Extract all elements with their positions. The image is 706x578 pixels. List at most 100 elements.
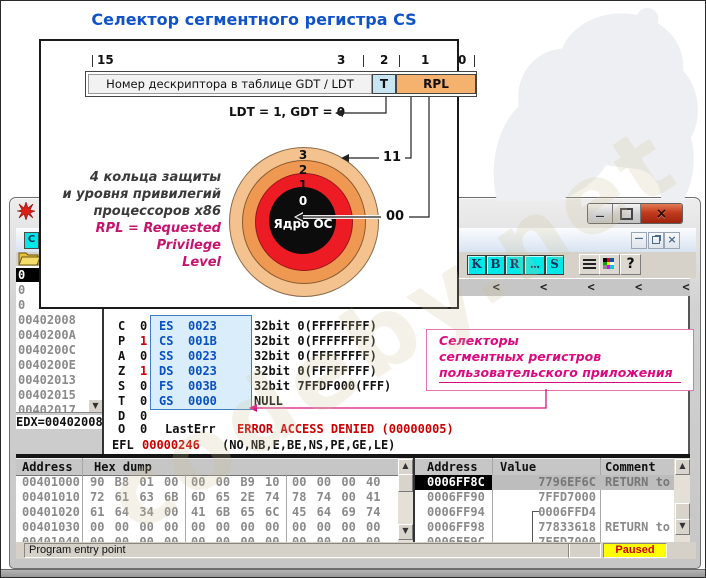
- stack-address[interactable]: 0006FF8C: [427, 475, 485, 490]
- dump-bytes[interactable]: 00 00 00 00: [292, 535, 380, 542]
- hexdump-header-address[interactable]: Address: [22, 459, 73, 475]
- disasm-address[interactable]: 0040200E: [18, 358, 76, 373]
- efl-label[interactable]: EFL: [112, 438, 134, 452]
- segment-register-name[interactable]: DS: [159, 364, 173, 378]
- dump-bytes[interactable]: 72 61 63 6B: [90, 490, 178, 505]
- flag-value[interactable]: 0: [140, 319, 147, 333]
- hexdump-header-hex[interactable]: Hex dump: [94, 459, 152, 475]
- dump-bytes[interactable]: 61 64 34 00: [90, 505, 178, 520]
- toolbar-button-b[interactable]: B: [486, 255, 505, 275]
- segment-register-name[interactable]: CS: [159, 334, 173, 348]
- dump-address[interactable]: 00401040: [22, 535, 80, 542]
- dump-bytes[interactable]: 00 00 00 00: [191, 520, 279, 535]
- scroll-thumb[interactable]: [398, 474, 413, 492]
- dump-address[interactable]: 00401000: [22, 475, 80, 490]
- toolbar-button-s[interactable]: S: [545, 255, 564, 275]
- flag-letter[interactable]: P: [118, 334, 125, 348]
- scroll-up-button[interactable]: ▲: [398, 459, 413, 475]
- disasm-address[interactable]: 00402015: [18, 388, 76, 403]
- toolbar-list-button[interactable]: [579, 254, 600, 275]
- flag-letter[interactable]: T: [118, 394, 125, 408]
- flag-value[interactable]: 0: [140, 409, 147, 423]
- efl-value[interactable]: 00000246: [142, 438, 200, 452]
- disasm-address[interactable]: 00402008: [18, 313, 76, 328]
- dump-bytes[interactable]: 41 6B 65 6C: [191, 505, 279, 520]
- mdi-minimize-button[interactable]: —: [631, 232, 647, 249]
- dump-bytes[interactable]: 45 64 69 74: [292, 505, 380, 520]
- dump-bytes[interactable]: 00 00 00 40: [292, 475, 380, 490]
- scroll-thumb[interactable]: [675, 503, 690, 520]
- stack-comment[interactable]: RETURN to ntdl: [605, 520, 674, 535]
- flag-letter[interactable]: C: [118, 319, 125, 333]
- segment-register-name[interactable]: SS: [159, 349, 173, 363]
- toolbar-appearance-button[interactable]: [599, 254, 620, 275]
- cpu-child-icon[interactable]: C: [24, 232, 39, 249]
- flag-value[interactable]: 0: [140, 349, 147, 363]
- scroll-up-button[interactable]: ▲: [675, 459, 690, 475]
- dump-bytes[interactable]: 00 00 00 00: [90, 535, 178, 542]
- stack-address[interactable]: 0006FF94: [427, 505, 485, 520]
- dump-bytes[interactable]: 6D 65 2E 74: [191, 490, 279, 505]
- dump-address[interactable]: 00401030: [22, 520, 80, 535]
- segment-register-value[interactable]: 003B: [188, 379, 217, 393]
- segment-register-value[interactable]: 0023: [188, 319, 217, 333]
- scroll-down-button[interactable]: ▼: [675, 519, 690, 535]
- disasm-address[interactable]: 0: [18, 298, 25, 313]
- scroll-down-button[interactable]: ▼: [398, 524, 413, 540]
- dump-bytes[interactable]: 00 00 00 00: [191, 535, 279, 542]
- disasm-address[interactable]: 00402013: [18, 373, 76, 388]
- dump-address[interactable]: 00401010: [22, 490, 80, 505]
- disasm-scroll-down-button[interactable]: ▼: [88, 399, 102, 412]
- dump-bytes[interactable]: 00 00 00 00: [292, 520, 380, 535]
- disasm-address[interactable]: 0040200C: [18, 343, 76, 358]
- flag-value[interactable]: 1: [140, 334, 147, 348]
- mdi-restore-button[interactable]: [648, 232, 664, 249]
- flag-value[interactable]: 1: [140, 364, 147, 378]
- flag-letter[interactable]: D: [118, 409, 125, 423]
- hexdump-header[interactable]: [16, 458, 414, 476]
- stack-value[interactable]: 7FFD7000: [500, 535, 596, 542]
- segment-register-value[interactable]: 0000: [188, 394, 217, 408]
- flag-value[interactable]: 0: [140, 379, 147, 393]
- toolbar-button-r[interactable]: R: [505, 255, 524, 275]
- dump-address[interactable]: 00401020: [22, 505, 80, 520]
- segment-register-value[interactable]: 0023: [188, 364, 217, 378]
- flag-value[interactable]: 0: [140, 394, 147, 408]
- dump-bytes[interactable]: 00 00 00 00: [90, 520, 178, 535]
- segment-register-name[interactable]: GS: [159, 394, 173, 408]
- stack-address[interactable]: 0006FF90: [427, 490, 485, 505]
- mdi-close-button[interactable]: ×: [664, 232, 680, 249]
- info-pane[interactable]: EDX=00402008: [16, 415, 102, 429]
- ollydbg-app-icon[interactable]: [17, 202, 35, 220]
- segment-register-value[interactable]: 0023: [188, 349, 217, 363]
- disasm-address[interactable]: 0: [18, 283, 25, 298]
- stack-address[interactable]: 0006FF9C: [427, 535, 485, 542]
- disasm-address[interactable]: 0: [18, 268, 25, 283]
- stack-header-value[interactable]: Value: [500, 459, 536, 475]
- toolbar-help-button[interactable]: ?: [620, 254, 641, 275]
- stack-header-comment[interactable]: Comment: [605, 459, 656, 475]
- flag-value[interactable]: 0: [140, 422, 147, 436]
- stack-header-address[interactable]: Address: [427, 459, 478, 475]
- stack-value[interactable]: 7796EF6C: [500, 475, 596, 490]
- stack-address[interactable]: 0006FF98: [427, 520, 485, 535]
- close-button[interactable]: ×: [641, 204, 682, 223]
- segment-register-name[interactable]: FS: [159, 379, 173, 393]
- dump-bytes[interactable]: 00 00 B9 10: [191, 475, 279, 490]
- stack-comment[interactable]: RETURN to kern: [605, 475, 674, 490]
- minimize-button[interactable]: —: [588, 204, 613, 223]
- flag-letter[interactable]: A: [118, 349, 125, 363]
- segment-register-name[interactable]: ES: [159, 319, 173, 333]
- segment-register-value[interactable]: 001B: [188, 334, 217, 348]
- flag-letter[interactable]: S: [118, 379, 125, 393]
- stack-value[interactable]: 0006FFD4: [500, 505, 596, 520]
- flag-letter[interactable]: O: [118, 422, 125, 436]
- toolbar-button-dots[interactable]: ...: [524, 255, 545, 275]
- stack-scrollbar[interactable]: ▲ ▼: [674, 458, 690, 542]
- hexdump-scrollbar[interactable]: ▲ ▼: [398, 458, 413, 542]
- toolbar-button-k[interactable]: K: [467, 255, 486, 275]
- disasm-address[interactable]: 00402017: [18, 403, 76, 412]
- maximize-button[interactable]: [613, 204, 641, 223]
- stack-value[interactable]: 77833618: [500, 520, 596, 535]
- dump-bytes[interactable]: 78 74 00 41: [292, 490, 380, 505]
